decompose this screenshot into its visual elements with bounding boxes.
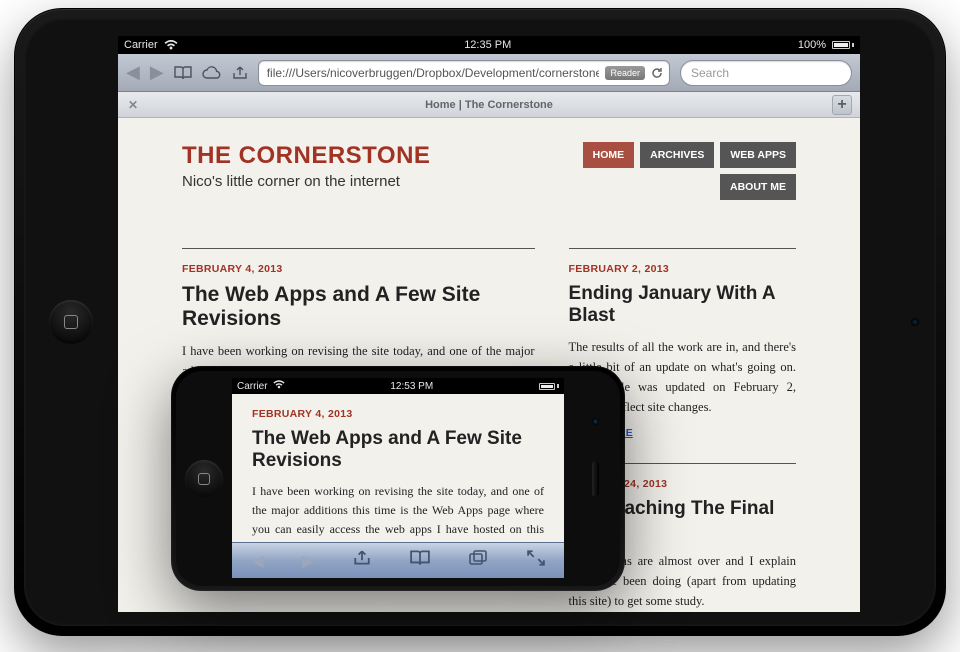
- share-icon[interactable]: [353, 550, 371, 571]
- iphone-camera: [592, 418, 599, 425]
- site-title[interactable]: THE CORNERSTONE: [182, 142, 430, 170]
- bookmarks-icon[interactable]: [410, 550, 430, 571]
- iphone-status-bar: Carrier 12:53 PM: [232, 378, 564, 394]
- tab-title[interactable]: Home | The Cornerstone: [425, 99, 553, 111]
- search-field[interactable]: Search: [680, 60, 852, 86]
- search-placeholder: Search: [691, 66, 729, 80]
- tabs-icon[interactable]: [468, 550, 488, 571]
- nav-webapps[interactable]: WEB APPS: [720, 142, 796, 168]
- battery-percent: 100%: [798, 39, 826, 51]
- nav-home[interactable]: HOME: [583, 142, 635, 168]
- iphone-screen: Carrier 12:53 PM FEBRUARY 4, 2013 The We…: [232, 378, 564, 578]
- iphone-speaker: [592, 461, 599, 497]
- ipad-home-button[interactable]: [49, 300, 93, 344]
- post-date: FEBRUARY 2, 2013: [569, 248, 796, 275]
- carrier-label: Carrier: [124, 39, 158, 51]
- ipad-status-bar: Carrier 12:35 PM 100%: [118, 36, 860, 54]
- iphone-safari-toolbar: ◀ ▶: [232, 542, 564, 578]
- forward-button[interactable]: ▶: [302, 551, 314, 571]
- site-subtitle: Nico's little corner on the internet: [182, 173, 430, 190]
- post-title[interactable]: Ending January With A Blast: [569, 283, 796, 327]
- safari-toolbar: ◀ ▶ file:///Users/nicoverbruggen/Dropbox…: [118, 54, 860, 92]
- nav-archives[interactable]: ARCHIVES: [640, 142, 714, 168]
- post-title[interactable]: The Web Apps and A Few Site Revisions: [182, 283, 535, 331]
- post-title[interactable]: The Web Apps and A Few Site Revisions: [252, 428, 544, 472]
- reader-button[interactable]: Reader: [605, 66, 645, 80]
- url-field[interactable]: file:///Users/nicoverbruggen/Dropbox/Dev…: [258, 60, 670, 86]
- battery-icon: [832, 41, 854, 49]
- post-date: FEBRUARY 4, 2013: [252, 408, 544, 420]
- clock-label: 12:53 PM: [390, 381, 433, 392]
- battery-icon: [539, 383, 559, 390]
- bookmarks-icon[interactable]: [174, 66, 192, 80]
- forward-button[interactable]: ▶: [150, 62, 164, 83]
- tab-add-button[interactable]: +: [832, 95, 852, 115]
- nav-about[interactable]: ABOUT ME: [720, 174, 796, 200]
- post-date: FEBRUARY 4, 2013: [182, 248, 535, 275]
- back-button[interactable]: ◀: [251, 551, 263, 571]
- iphone-home-button[interactable]: [185, 460, 223, 498]
- back-button[interactable]: ◀: [126, 62, 140, 83]
- carrier-label: Carrier: [237, 381, 268, 392]
- clock-label: 12:35 PM: [464, 39, 511, 51]
- reload-icon[interactable]: [649, 65, 665, 81]
- ipad-camera: [911, 318, 919, 326]
- cloud-icon[interactable]: [202, 66, 222, 79]
- url-text: file:///Users/nicoverbruggen/Dropbox/Dev…: [267, 66, 600, 80]
- tab-close-button[interactable]: ✕: [128, 98, 138, 112]
- fullscreen-icon[interactable]: [527, 550, 545, 571]
- iphone-device: Carrier 12:53 PM FEBRUARY 4, 2013 The We…: [171, 366, 625, 591]
- share-icon[interactable]: [232, 66, 248, 80]
- wifi-icon: [164, 40, 178, 50]
- main-nav: HOME ARCHIVES WEB APPS ABOUT ME: [576, 142, 796, 200]
- wifi-icon: [273, 380, 285, 392]
- tab-bar: ✕ Home | The Cornerstone +: [118, 92, 860, 118]
